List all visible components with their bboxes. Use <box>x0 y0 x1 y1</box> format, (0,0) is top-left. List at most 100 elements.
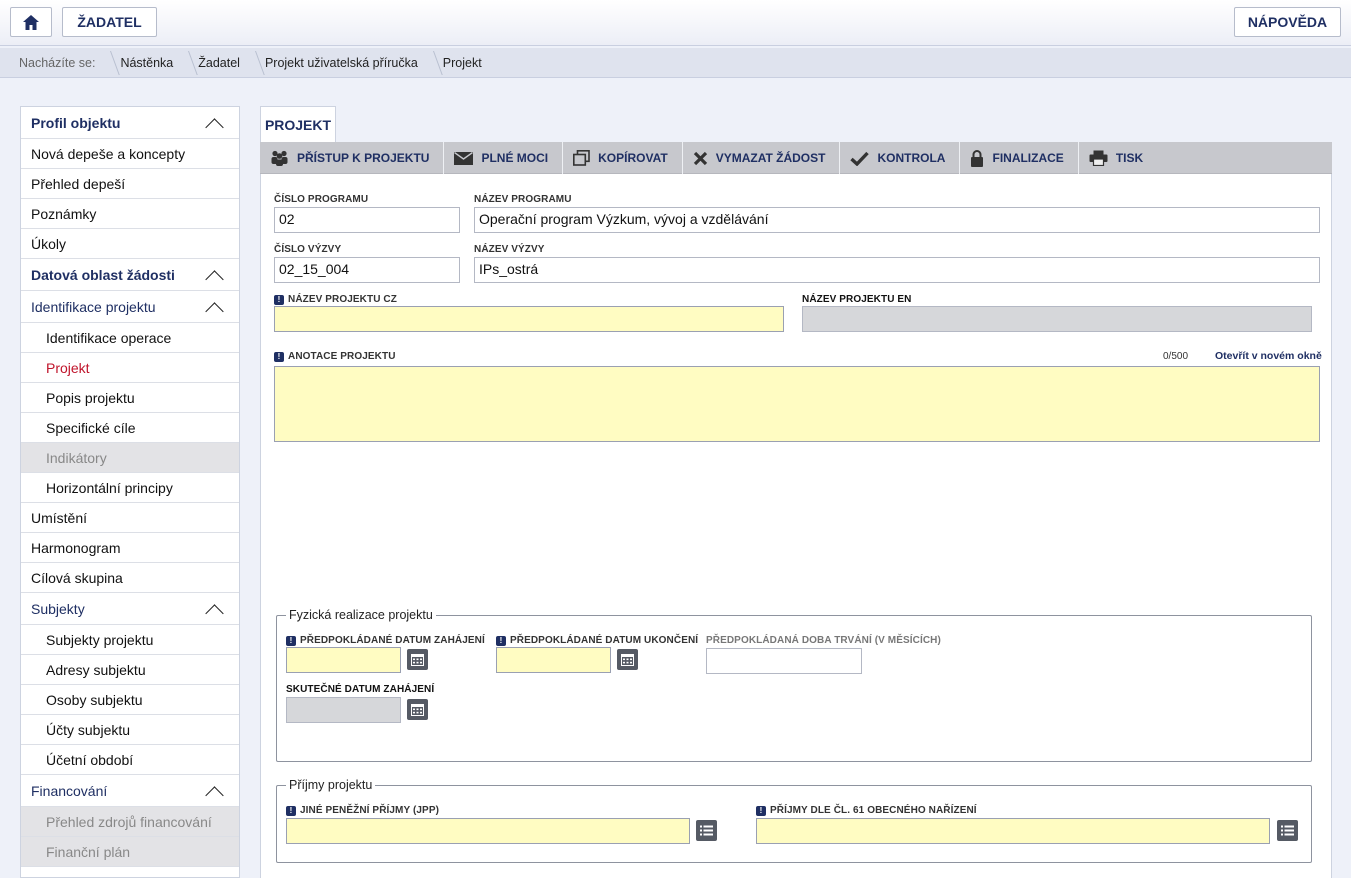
nazev-vyzvy-field[interactable]: IPs_ostrá <box>474 257 1320 283</box>
sidebar-item-projekt[interactable]: Projekt <box>21 353 239 383</box>
label-text: PŘEDPOKLÁDANÉ DATUM ZAHÁJENÍ <box>300 635 485 646</box>
toolbar-label: VYMAZAT ŽÁDOST <box>715 151 826 165</box>
skutecne-zahajeni-label: SKUTEČNÉ DATUM ZAHÁJENÍ <box>286 684 435 695</box>
cl61-label: ! PŘÍJMY DLE ČL. 61 OBECNÉHO NAŘÍZENÍ <box>756 805 977 816</box>
label-text: NÁZEV PROJEKTU CZ <box>288 294 397 305</box>
calendar-icon[interactable] <box>407 699 428 720</box>
toolbar-label: KONTROLA <box>877 151 946 165</box>
tisk-button[interactable]: TISK <box>1079 142 1157 174</box>
chevron-up-icon[interactable] <box>205 786 224 805</box>
sidebar-item-harmonogram[interactable]: Harmonogram <box>21 533 239 563</box>
chevron-up-icon[interactable] <box>205 270 224 289</box>
printer-icon <box>1089 150 1108 166</box>
nazev-projektu-cz-label: ! NÁZEV PROJEKTU CZ <box>274 294 397 305</box>
breadcrumb-item-prirucka[interactable]: Projekt uživatelská příručka <box>254 48 432 78</box>
chevron-up-icon[interactable] <box>205 604 224 623</box>
calendar-icon[interactable] <box>407 649 428 670</box>
sidebar-section-datova-oblast[interactable]: Datová oblast žádosti <box>21 259 239 291</box>
sidebar: Profil objektu Nová depeše a koncepty Př… <box>20 106 240 878</box>
sidebar-item-ucetni-obdobi[interactable]: Účetní období <box>21 745 239 775</box>
close-icon <box>693 151 708 166</box>
sidebar-section-subjekty[interactable]: Subjekty <box>21 593 239 625</box>
sidebar-item-ucty-subjektu[interactable]: Účty subjektu <box>21 715 239 745</box>
sidebar-item-label: Financování <box>31 782 108 799</box>
sidebar-item-label: Profil objektu <box>31 114 121 131</box>
list-icon[interactable] <box>1277 820 1298 841</box>
datum-zahajeni-input[interactable] <box>286 647 401 673</box>
toolbar-label: TISK <box>1115 151 1144 165</box>
tab-projekt[interactable]: PROJEKT <box>260 106 336 143</box>
finalizace-button[interactable]: FINALIZACE <box>960 142 1079 174</box>
sidebar-item-popis-projektu[interactable]: Popis projektu <box>21 383 239 413</box>
breadcrumb-item-zadatel[interactable]: Žadatel <box>187 48 254 78</box>
sidebar-item-label: Úkoly <box>31 235 67 252</box>
sidebar-item-label: Subjekty projektu <box>46 631 154 648</box>
sidebar-section-profil[interactable]: Profil objektu <box>21 107 239 139</box>
anotace-textarea[interactable] <box>274 366 1320 442</box>
required-icon: ! <box>274 351 284 362</box>
breadcrumb: Nacházíte se: Nástěnka Žadatel Projekt u… <box>0 48 1351 78</box>
cislo-programu-field[interactable]: 02 <box>274 207 460 233</box>
pristup-k-projektu-button[interactable]: PŘÍSTUP K PROJEKTU <box>260 142 445 174</box>
toolbar-label: FINALIZACE <box>992 151 1064 165</box>
sidebar-item-label: Subjekty <box>31 600 85 617</box>
vymazat-zadost-button[interactable]: VYMAZAT ŽÁDOST <box>683 142 841 174</box>
sidebar-section-financovani[interactable]: Financování <box>21 775 239 807</box>
home-button[interactable] <box>10 7 52 37</box>
toolbar-label: PLNÉ MOCI <box>481 151 549 165</box>
users-icon <box>270 150 289 166</box>
nazev-programu-label: NÁZEV PROGRAMU <box>474 194 572 205</box>
sidebar-item-subjekty-projektu[interactable]: Subjekty projektu <box>21 625 239 655</box>
zadatel-button[interactable]: ŽADATEL <box>62 7 157 37</box>
copy-icon <box>573 150 590 166</box>
label-text: ANOTACE PROJEKTU <box>288 351 396 362</box>
sidebar-item-prehled-zdroju: Přehled zdrojů financování <box>21 807 239 837</box>
sidebar-item-label: Umístění <box>31 509 88 526</box>
jpp-input[interactable] <box>286 818 690 844</box>
sidebar-item-label: Poznámky <box>31 205 97 222</box>
cislo-vyzvy-field[interactable]: 02_15_004 <box>274 257 460 283</box>
sidebar-item-poznamky[interactable]: Poznámky <box>21 199 239 229</box>
sidebar-item-label: Finanční plán <box>46 843 131 860</box>
chevron-up-icon[interactable] <box>205 302 224 321</box>
sidebar-item-label: Účty subjektu <box>46 721 131 738</box>
cl61-input[interactable] <box>756 818 1270 844</box>
sidebar-item-label: Nová depeše a koncepty <box>31 145 186 162</box>
required-icon: ! <box>274 294 284 305</box>
sidebar-item-label: Popis projektu <box>46 389 135 406</box>
breadcrumb-item-nastenka[interactable]: Nástěnka <box>109 48 187 78</box>
napoveda-button[interactable]: NÁPOVĚDA <box>1234 7 1341 37</box>
nazev-projektu-en-label: NÁZEV PROJEKTU EN <box>802 294 912 305</box>
sidebar-item-adresy-subjektu[interactable]: Adresy subjektu <box>21 655 239 685</box>
sidebar-section-identifikace-projektu[interactable]: Identifikace projektu <box>21 291 239 323</box>
sidebar-item-osoby-subjektu[interactable]: Osoby subjektu <box>21 685 239 715</box>
anotace-counter: 0/500 <box>1163 351 1189 362</box>
required-icon: ! <box>286 635 296 646</box>
required-icon: ! <box>756 805 766 816</box>
sidebar-item-cilova-skupina[interactable]: Cílová skupina <box>21 563 239 593</box>
sidebar-item-nove-depese[interactable]: Nová depeše a koncepty <box>21 139 239 169</box>
sidebar-item-label: Datová oblast žádosti <box>31 266 175 283</box>
required-icon: ! <box>496 635 506 646</box>
kontrola-button[interactable]: KONTROLA <box>840 142 961 174</box>
list-icon[interactable] <box>696 820 717 841</box>
calendar-icon[interactable] <box>617 649 638 670</box>
sidebar-item-label: Cílová skupina <box>31 569 123 586</box>
fyzicka-realizace-legend: Fyzická realizace projektu <box>289 608 433 622</box>
chevron-up-icon[interactable] <box>205 118 224 137</box>
open-new-window-link[interactable]: Otevřít v novém okně <box>1215 350 1322 362</box>
sidebar-item-identifikace-operace[interactable]: Identifikace operace <box>21 323 239 353</box>
kopirovat-button[interactable]: KOPÍROVAT <box>563 142 683 174</box>
sidebar-item-specificke-cile[interactable]: Specifické cíle <box>21 413 239 443</box>
anotace-label: ! ANOTACE PROJEKTU <box>274 351 396 362</box>
sidebar-item-ukoly[interactable]: Úkoly <box>21 229 239 259</box>
sidebar-item-horizontalni-principy[interactable]: Horizontální principy <box>21 473 239 503</box>
nazev-projektu-cz-input[interactable] <box>274 306 784 332</box>
plne-moci-button[interactable]: PLNÉ MOCI <box>444 142 564 174</box>
datum-ukonceni-input[interactable] <box>496 647 611 673</box>
sidebar-item-umisteni[interactable]: Umístění <box>21 503 239 533</box>
sidebar-item-prehled-depesi[interactable]: Přehled depeší <box>21 169 239 199</box>
required-icon: ! <box>286 805 296 816</box>
nazev-vyzvy-label: NÁZEV VÝZVY <box>474 244 545 255</box>
nazev-programu-field[interactable]: Operační program Výzkum, vývoj a vzděláv… <box>474 207 1320 233</box>
